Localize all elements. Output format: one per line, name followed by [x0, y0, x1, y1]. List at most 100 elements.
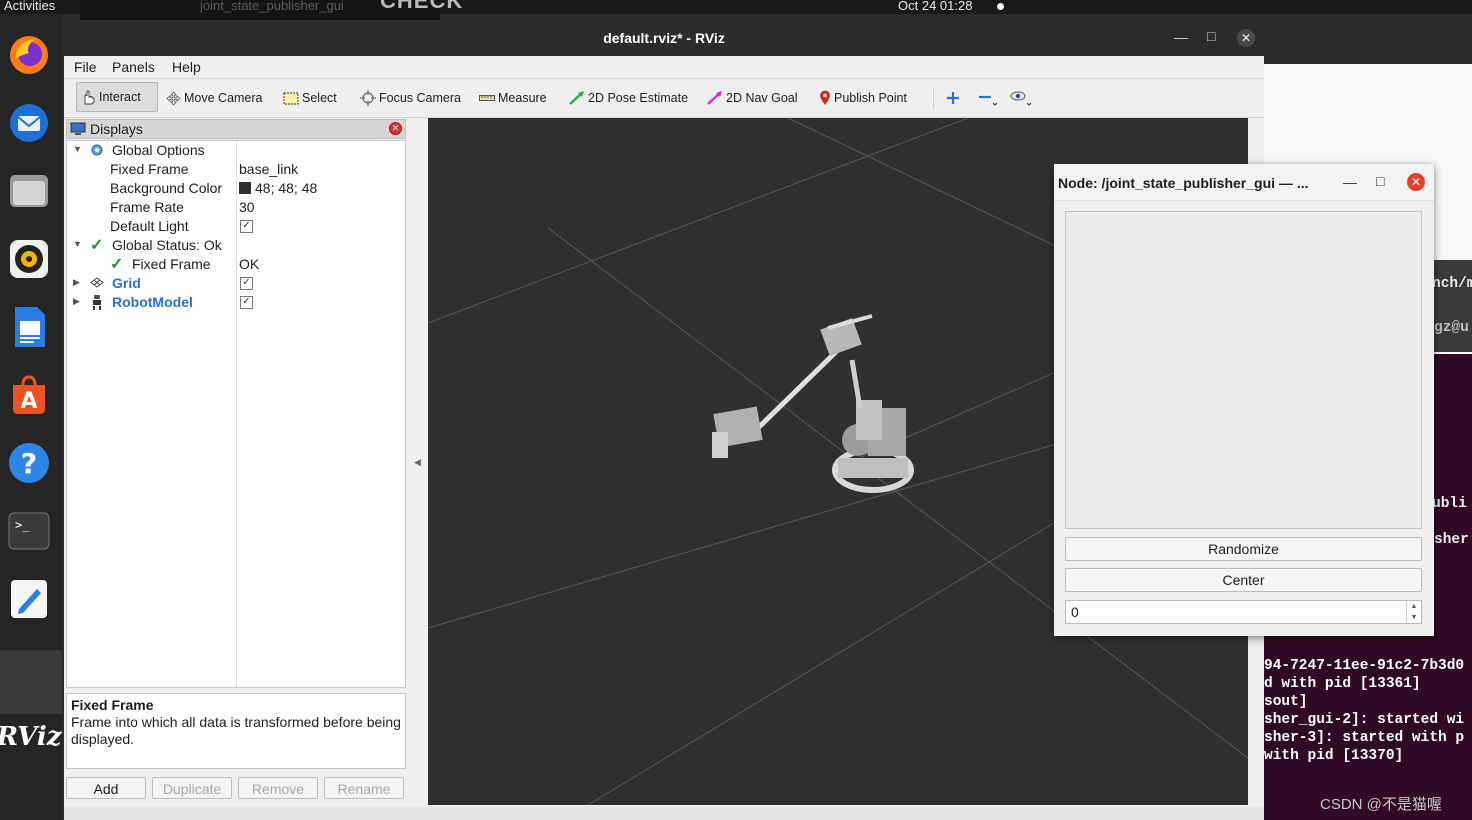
background-color-field[interactable]: 48; 48; 48 [239, 180, 317, 196]
jsp-titlebar[interactable]: Node: /joint_state_publisher_gui — ... —… [1054, 164, 1434, 201]
robot-model-checkbox[interactable]: ✓ [240, 296, 253, 309]
frame-rate-value[interactable]: 30 [239, 199, 255, 215]
add-tool-button[interactable] [946, 88, 960, 108]
crosshair-icon [360, 90, 376, 106]
clock[interactable]: Oct 24 01:28 [898, 0, 972, 13]
close-icon[interactable]: ✕ [1237, 29, 1255, 47]
nav-goal-tool-button[interactable]: 2D Nav Goal [707, 88, 798, 108]
maximize-icon[interactable]: □ [1376, 173, 1384, 189]
interact-label: Interact [99, 90, 141, 104]
rviz-icon[interactable]: RViz [0, 714, 62, 760]
checkmark-icon: ✓ [90, 237, 104, 254]
select-tool-button[interactable]: Select [283, 88, 337, 108]
expand-arrow-icon[interactable]: ▼ [73, 144, 82, 154]
tree-row-frame-rate[interactable]: Frame Rate 30 [67, 198, 405, 217]
grid-icon [90, 277, 104, 288]
toolbar: Interact Move Camera Select Focus Camera… [64, 79, 1264, 118]
close-panel-icon[interactable]: ✕ [389, 122, 402, 135]
background-terminal-header: nch/m gz@u [1430, 260, 1472, 352]
minimize-icon[interactable]: — [1174, 29, 1188, 45]
tree-label: Frame Rate [110, 199, 184, 215]
robot-arm-model[interactable] [712, 314, 914, 493]
default-light-checkbox[interactable]: ✓ [240, 220, 253, 233]
menu-help[interactable]: Help [172, 59, 201, 75]
menu-file[interactable]: File [74, 59, 97, 75]
spinbox-value: 0 [1071, 604, 1079, 620]
tree-row-robot-model[interactable]: ▶ RobotModel ✓ [67, 293, 405, 312]
thunderbird-icon[interactable] [6, 100, 52, 146]
tree-label: Fixed Frame [110, 161, 189, 177]
joint-sliders-area [1065, 211, 1422, 529]
background-window-text: CHECK [380, 0, 464, 13]
tree-row-status-fixed-frame[interactable]: ✓ Fixed Frame OK [67, 255, 405, 274]
activities-button[interactable]: Activities [4, 0, 55, 13]
tree-row-default-light[interactable]: Default Light ✓ [67, 217, 405, 236]
terminal-line: sher-3]: started with p [1264, 730, 1465, 746]
firefox-icon[interactable] [6, 32, 52, 78]
collapse-arrow-icon[interactable]: ▶ [73, 296, 80, 307]
displays-panel: Displays ✕ ▼ Global Options Fixed Frame … [66, 119, 406, 819]
tree-row-fixed-frame[interactable]: Fixed Frame base_link [67, 160, 405, 179]
text-editor-icon[interactable] [6, 576, 52, 622]
tree-label: Grid [112, 275, 141, 291]
menu-panels[interactable]: Panels [112, 59, 155, 75]
tree-row-global-status[interactable]: ▼ ✓ Global Status: Ok [67, 236, 405, 255]
monitor-icon [70, 122, 86, 135]
app-center-icon[interactable]: A [6, 372, 52, 418]
notification-dot-icon [997, 3, 1004, 10]
rhythmbox-icon[interactable] [6, 236, 52, 282]
minus-icon [979, 95, 998, 106]
view-options-button[interactable] [1010, 88, 1032, 108]
terminal-icon[interactable]: >_ [6, 508, 52, 554]
active-app-slot[interactable] [0, 650, 62, 714]
tree-row-global-options[interactable]: ▼ Global Options [67, 141, 405, 160]
watermark: CSDN @不是猫喔 [1320, 796, 1442, 813]
measure-tool-button[interactable]: Measure [479, 88, 547, 108]
grid-checkbox[interactable]: ✓ [240, 277, 253, 290]
files-icon[interactable] [6, 168, 52, 214]
rviz-titlebar[interactable]: default.rviz* - RViz — □ ✕ [64, 20, 1264, 56]
joint-count-spinbox[interactable]: 0 ▲ ▼ [1065, 600, 1422, 624]
close-icon[interactable]: ✕ [1407, 173, 1425, 191]
toolbar-separator [933, 87, 934, 109]
randomize-button[interactable]: Randomize [1065, 537, 1422, 561]
interact-tool-button[interactable]: Interact [76, 82, 158, 112]
terminal-line: with pid [13370] [1264, 748, 1404, 764]
green-arrow-icon [569, 91, 584, 105]
tree-row-grid[interactable]: ▶ Grid ✓ [67, 274, 405, 293]
expand-arrow-icon[interactable]: ▼ [73, 239, 82, 249]
displays-header: Displays ✕ [66, 119, 406, 139]
move-arrows-icon [166, 90, 181, 106]
maximize-icon[interactable]: □ [1207, 28, 1215, 44]
remove-button[interactable]: Remove [238, 777, 318, 799]
focus-camera-tool-button[interactable]: Focus Camera [360, 88, 461, 108]
collapse-arrow-icon[interactable]: ▶ [73, 277, 80, 288]
map-pin-icon [820, 90, 830, 105]
splitter-handle-icon[interactable]: ◀ [414, 457, 421, 468]
time-panel-strip [64, 807, 1264, 820]
pose-estimate-tool-button[interactable]: 2D Pose Estimate [569, 88, 688, 108]
status-value: OK [239, 256, 260, 272]
checkmark-icon: ✓ [110, 256, 124, 273]
minimize-icon[interactable]: — [1343, 174, 1357, 190]
spinbox-arrows-icon[interactable]: ▲ ▼ [1406, 601, 1421, 623]
libreoffice-writer-icon[interactable] [6, 304, 52, 350]
focus-camera-label: Focus Camera [379, 91, 461, 105]
publish-point-label: Publish Point [834, 91, 907, 105]
tree-row-background-color[interactable]: Background Color 48; 48; 48 [67, 179, 405, 198]
robot-icon [93, 295, 101, 310]
help-icon[interactable]: ? [6, 440, 52, 486]
fixed-frame-value[interactable]: base_link [239, 161, 298, 177]
publish-point-tool-button[interactable]: Publish Point [819, 88, 907, 108]
rviz-icon-label: RViz [0, 722, 62, 752]
duplicate-button[interactable]: Duplicate [152, 777, 232, 799]
remove-tool-button[interactable] [978, 88, 998, 108]
add-button[interactable]: Add [66, 777, 146, 799]
window-title: Node: /joint_state_publisher_gui — ... [1058, 175, 1309, 191]
menu-bar: File Panels Help [64, 56, 1264, 79]
move-camera-tool-button[interactable]: Move Camera [166, 88, 263, 108]
center-button[interactable]: Center [1065, 568, 1422, 592]
rename-button[interactable]: Rename [324, 777, 404, 799]
tree-label: Background Color [110, 180, 223, 196]
terminal-line: d with pid [13361] [1264, 676, 1421, 692]
